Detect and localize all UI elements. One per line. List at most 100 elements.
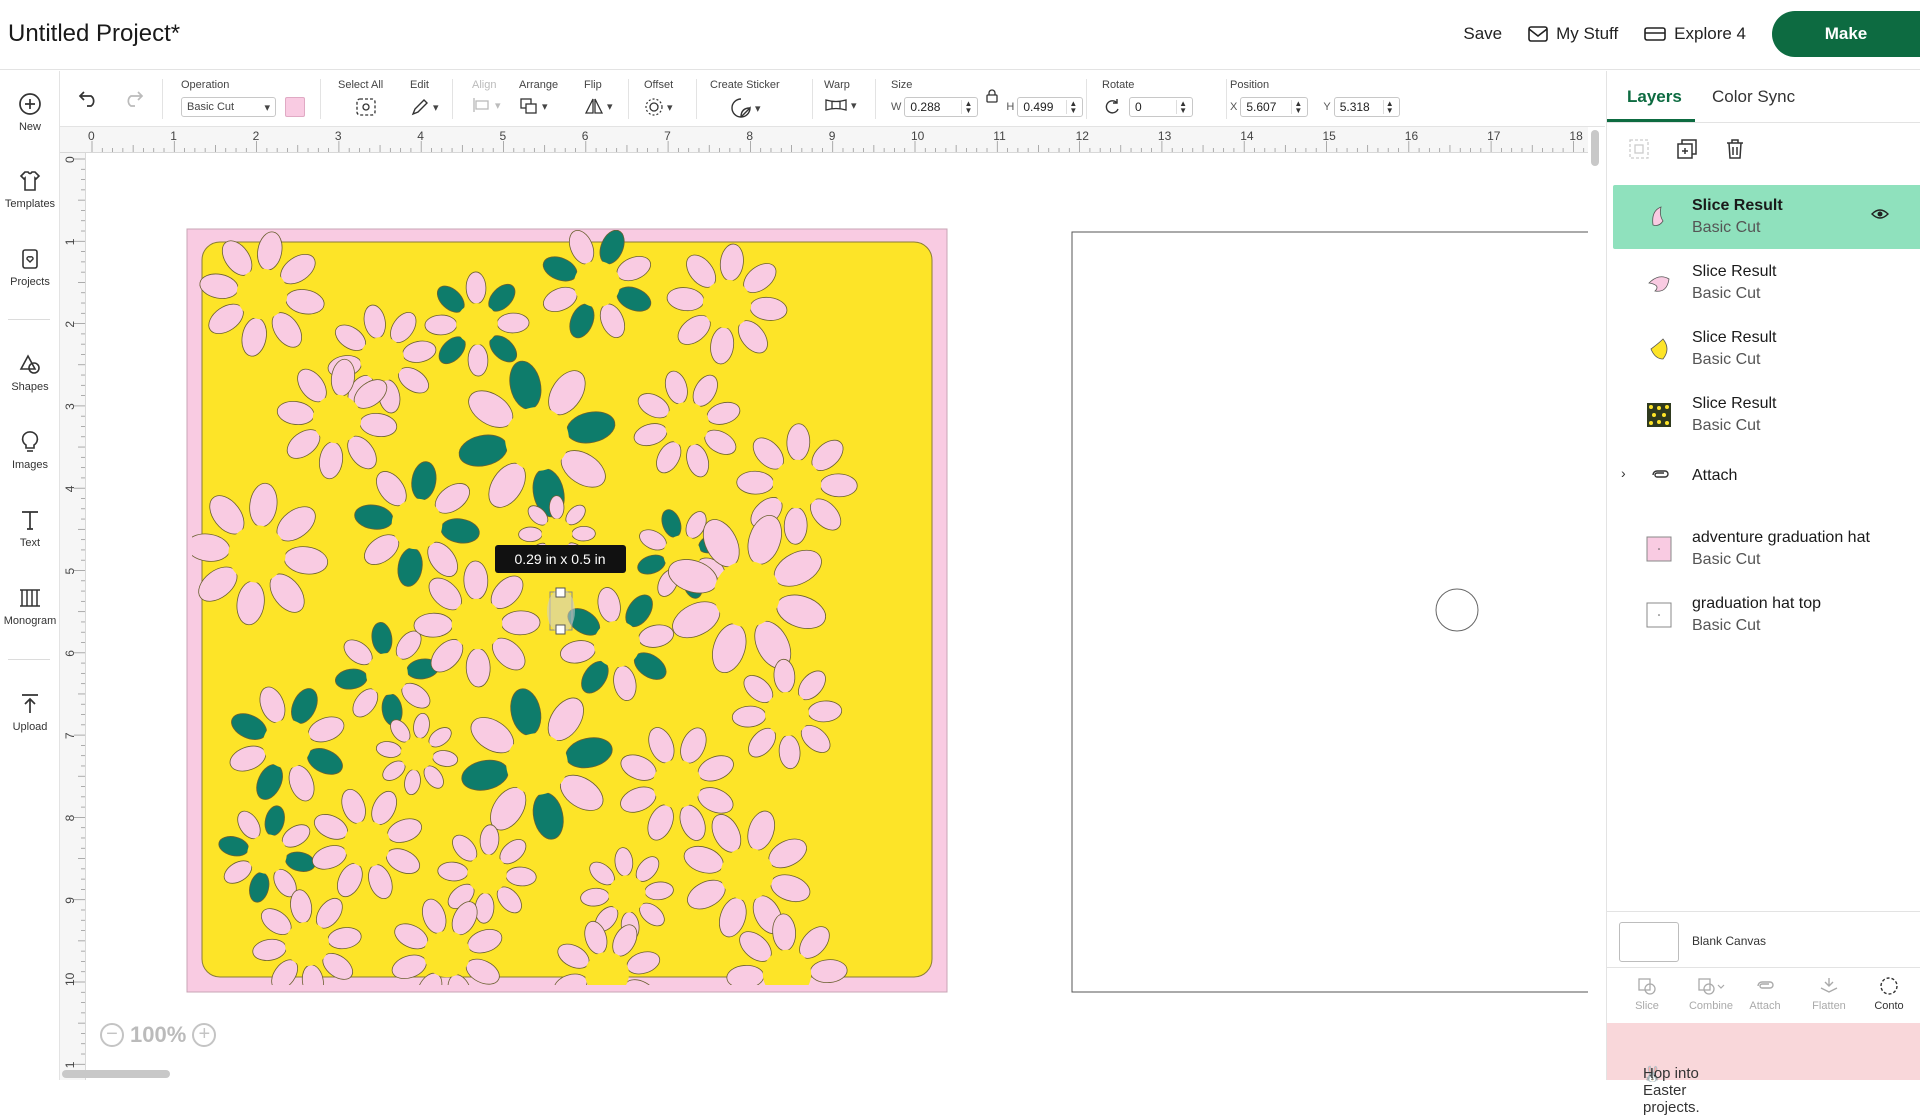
stepper-icon[interactable]: ▲ ▼ (1382, 100, 1394, 115)
edit-control[interactable]: Edit ▾ (410, 79, 439, 117)
chevron-down-icon: ▾ (667, 101, 673, 114)
rail-templates[interactable]: Templates (0, 168, 60, 210)
toolbar-divider (320, 79, 321, 119)
tab-color-sync[interactable]: Color Sync (1712, 87, 1795, 107)
rail-projects[interactable]: Projects (0, 246, 60, 288)
blank-canvas-row[interactable]: Blank Canvas (1607, 911, 1920, 967)
rail-new[interactable]: New (0, 91, 60, 133)
select-all-icon (355, 98, 376, 116)
horizontal-scrollbar[interactable] (62, 1070, 170, 1078)
undo-icon[interactable] (78, 89, 100, 107)
flower-center (720, 847, 774, 901)
layer-row[interactable]: adventure graduation hat Basic Cut (1613, 517, 1920, 581)
save-button[interactable]: Save (1463, 24, 1502, 44)
ruler-top-label: 15 (1323, 129, 1337, 143)
operation-select[interactable]: Basic Cut ▾ (181, 97, 276, 117)
eye-icon[interactable] (1871, 207, 1889, 221)
offset-control[interactable]: Offset ▾ (644, 79, 673, 117)
layer-row[interactable]: Slice Result Basic Cut (1613, 251, 1920, 315)
width-input[interactable]: 0.288 ▲ ▼ (904, 97, 979, 117)
attach-button[interactable]: Attach (1733, 976, 1797, 1012)
align-control[interactable]: Align ▾ (472, 79, 501, 113)
flower-center (467, 854, 507, 894)
vertical-scrollbar[interactable] (1591, 130, 1599, 166)
flip-control[interactable]: Flip ▾ (584, 79, 613, 115)
flower-center (360, 337, 404, 381)
height-value: 0.499 (1023, 100, 1054, 114)
layer-row[interactable]: Slice Result Basic Cut (1613, 185, 1920, 249)
toolbar-divider (452, 79, 453, 119)
layer-row[interactable]: graduation hat top Basic Cut (1613, 583, 1920, 647)
flower-center (506, 733, 568, 795)
contour-label: Conto (1874, 1000, 1904, 1012)
ruler-left-label: 8 (63, 814, 77, 821)
ruler-left-label: 10 (63, 972, 77, 986)
rotate-label: Rotate (1102, 79, 1135, 91)
project-title[interactable]: Untitled Project* (8, 20, 180, 48)
x-prefix: X (1230, 101, 1238, 113)
position-y-input[interactable]: 5.318 ▲ ▼ (1333, 97, 1400, 117)
my-stuff-button[interactable]: My Stuff (1528, 24, 1618, 44)
layer-operation: Basic Cut (1692, 551, 1761, 568)
stepper-icon[interactable]: ▲ ▼ (961, 100, 972, 115)
layers-panel: Layers Color Sync Slice Result Basic Cut… (1606, 71, 1920, 1116)
align-icon (473, 98, 489, 112)
attach-group-row[interactable]: › Attach (1613, 455, 1920, 499)
layer-thumbnail (1652, 206, 1664, 226)
warp-control[interactable]: Warp ▾ (824, 79, 857, 113)
toolbar-divider (1226, 79, 1227, 119)
position-y-value: 5.318 (1339, 100, 1370, 114)
zoom-out-button[interactable]: − (100, 1023, 124, 1047)
ruler-left-label: 1 (63, 1061, 77, 1068)
rotate-input[interactable]: 0 ▲ ▼ (1129, 97, 1193, 117)
flower-center (456, 303, 498, 345)
rail-text[interactable]: Text (0, 507, 60, 549)
redo-icon[interactable] (122, 89, 144, 107)
stepper-icon[interactable]: ▲ ▼ (1066, 100, 1077, 115)
position-x-input[interactable]: 5.607 ▲ ▼ (1240, 97, 1309, 117)
stepper-icon[interactable]: ▲ ▼ (1291, 100, 1302, 115)
chevron-down-icon: ▾ (264, 101, 270, 114)
rail-label: New (18, 121, 41, 133)
rotate-icon[interactable] (1102, 98, 1122, 116)
design-canvas[interactable]: 0.29 in x 0.5 in (87, 154, 1588, 1080)
blank-canvas-swatch[interactable] (1619, 922, 1679, 962)
machine-button[interactable]: Explore 4 (1644, 24, 1746, 44)
height-input[interactable]: 0.499 ▲ ▼ (1017, 97, 1084, 117)
create-sticker-control[interactable]: Create Sticker ▾ (710, 79, 780, 119)
stepper-icon[interactable]: ▲ ▼ (1176, 100, 1187, 115)
operation-color-swatch[interactable] (285, 97, 305, 117)
layer-thumbnail (1646, 602, 1672, 628)
ruler-top-label: 7 (664, 129, 671, 143)
zoom-in-button[interactable]: + (192, 1023, 217, 1047)
flatten-button[interactable]: Flatten (1797, 976, 1861, 1012)
warp-label: Warp (824, 79, 850, 91)
arrange-control[interactable]: Arrange ▾ (519, 79, 558, 115)
promo-banner[interactable]: 🐰 Hop into Easter projects. (1607, 1023, 1920, 1116)
layer-row[interactable]: Slice Result Basic Cut (1613, 317, 1920, 381)
rail-upload[interactable]: Upload (0, 691, 60, 733)
rail-label: Projects (10, 276, 50, 288)
lock-icon[interactable] (985, 89, 999, 103)
make-button[interactable]: Make (1772, 11, 1920, 57)
layer-row[interactable]: Slice Result Basic Cut (1613, 383, 1920, 447)
panel-tabs: Layers Color Sync (1607, 71, 1920, 123)
group-icon[interactable] (1627, 137, 1651, 161)
tab-layers[interactable]: Layers (1627, 87, 1682, 107)
rail-images[interactable]: Images (0, 429, 60, 471)
resize-handle[interactable] (555, 624, 566, 635)
offset-icon (645, 98, 663, 116)
chevron-right-icon[interactable]: › (1621, 465, 1626, 481)
rail-label: Images (11, 459, 49, 471)
select-all-control[interactable]: Select All (338, 79, 383, 117)
trash-icon[interactable] (1723, 137, 1747, 161)
slice-button[interactable]: Slice (1615, 976, 1679, 1012)
rail-monogram[interactable]: Monogram (0, 585, 60, 627)
contour-button[interactable]: Conto (1857, 976, 1920, 1012)
duplicate-icon[interactable] (1675, 137, 1699, 161)
layer-thumbnail (1646, 536, 1672, 562)
rail-shapes[interactable]: Shapes (0, 351, 60, 393)
position-label: Position (1230, 79, 1270, 91)
resize-handle[interactable] (555, 587, 566, 598)
align-label: Align (472, 79, 497, 91)
